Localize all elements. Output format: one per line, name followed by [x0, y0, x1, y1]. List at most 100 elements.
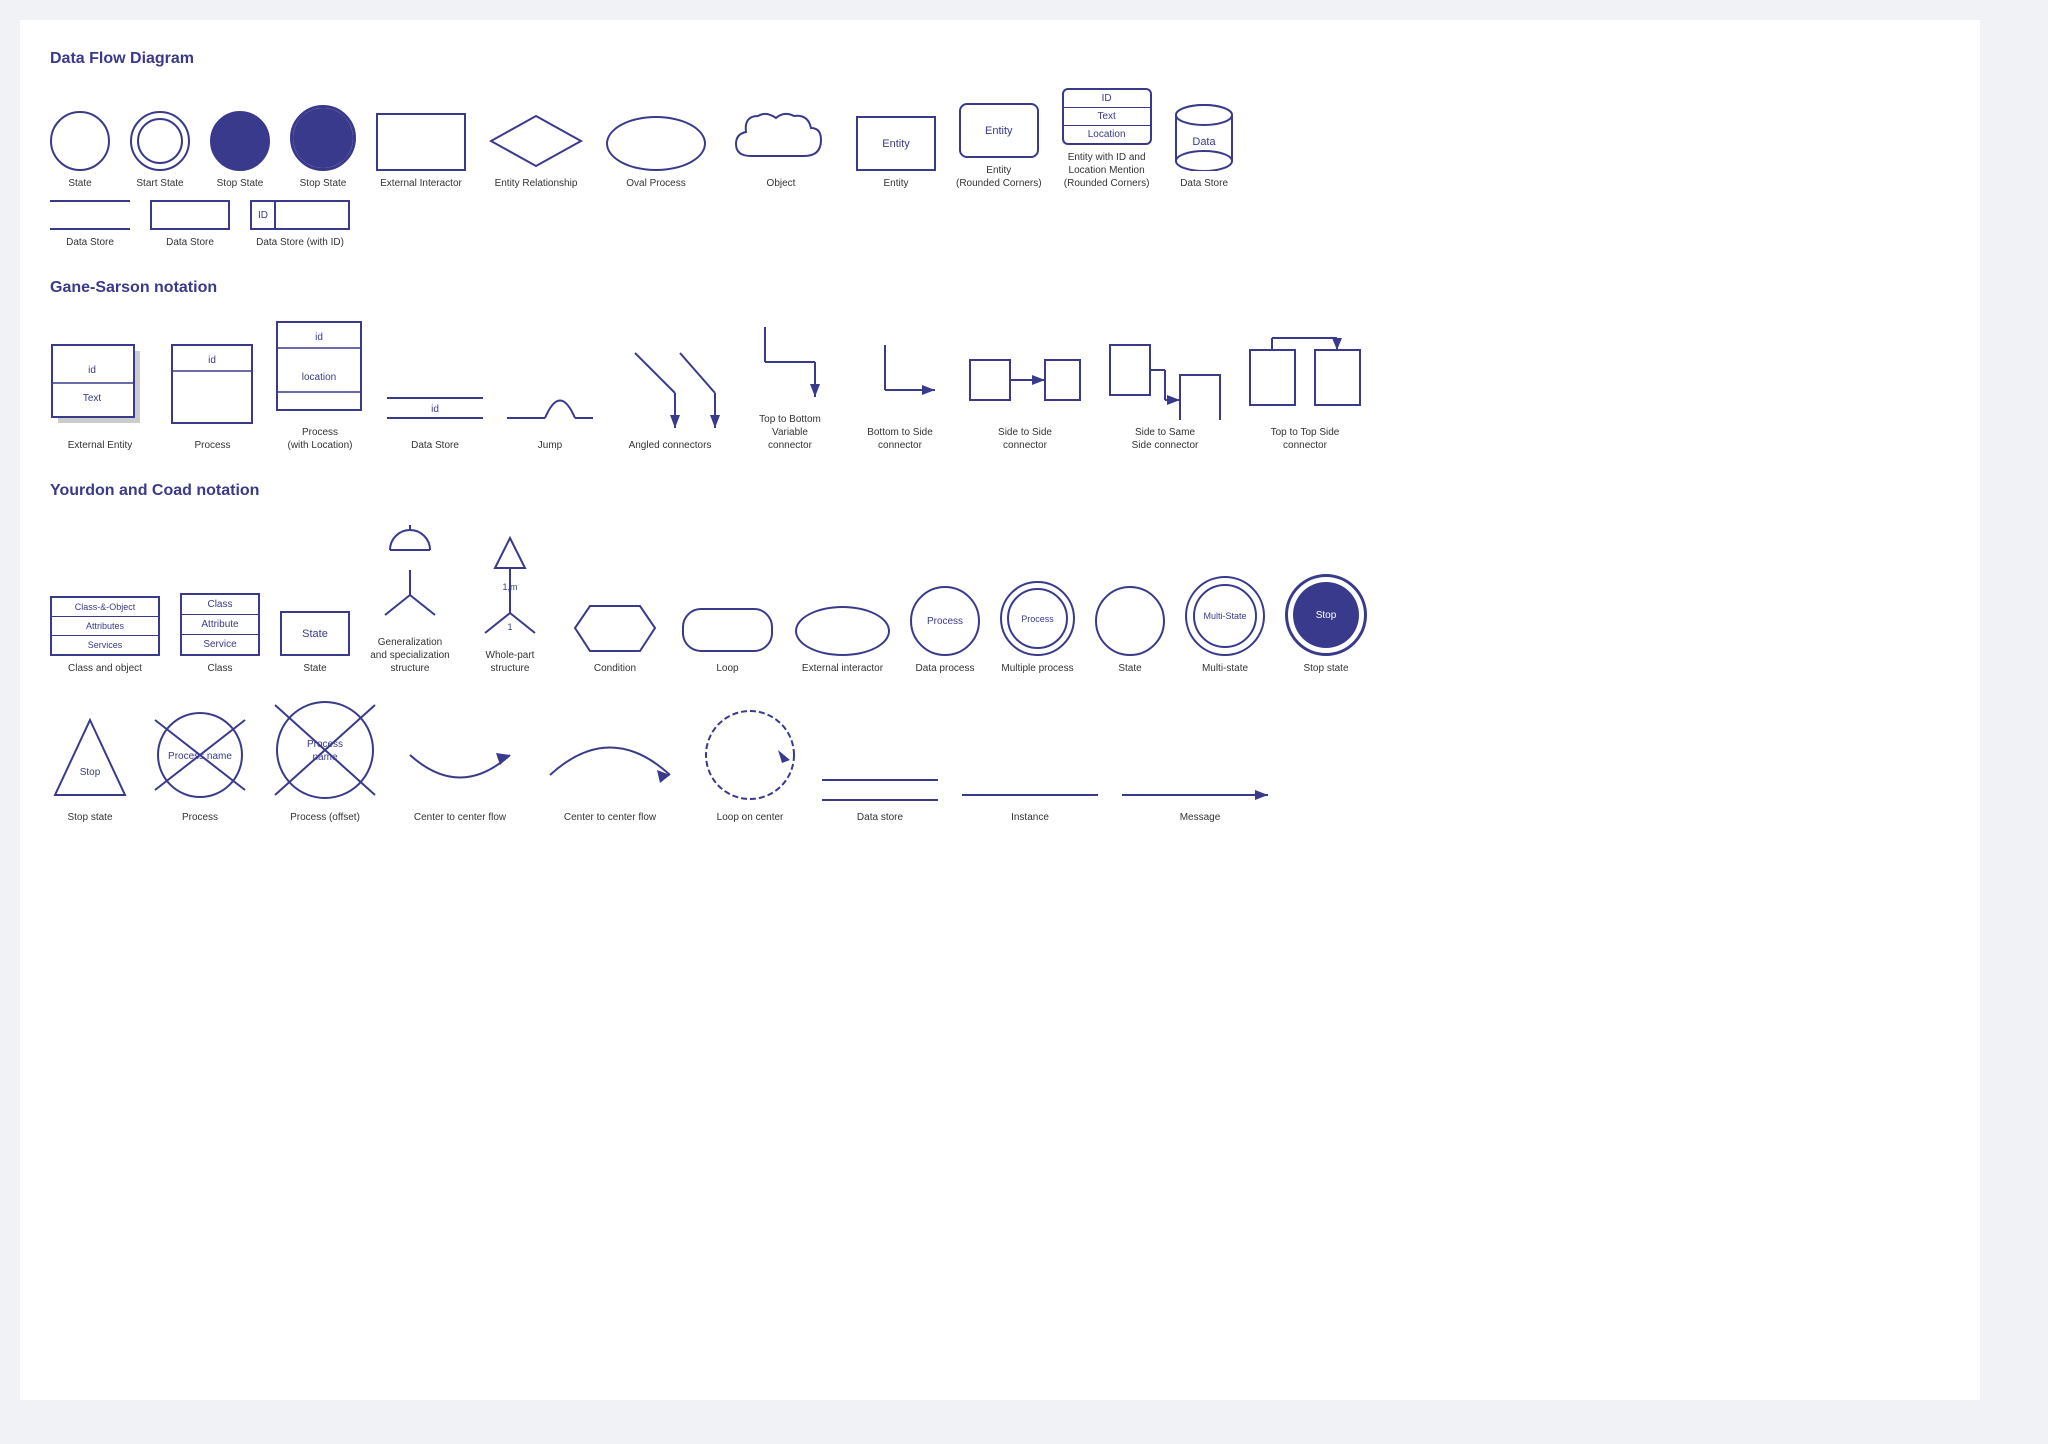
gs-tts-connector: [1245, 330, 1365, 420]
yc-class-row1: Class: [182, 595, 258, 615]
ds2-shape: [150, 200, 230, 230]
dfd-title: Data Flow Diagram: [50, 50, 1950, 68]
shape-entity: Entity Entity: [856, 116, 936, 190]
ds3-shape: ID: [250, 200, 350, 230]
gs-jump-label: Jump: [538, 439, 562, 452]
yc-ss-text: Stop: [1316, 610, 1337, 621]
start-state-circle: [130, 111, 190, 171]
entity-with-id-label: Entity with ID andLocation Mention(Round…: [1064, 151, 1150, 190]
external-interactor-label: External Interactor: [380, 177, 462, 190]
shape-gs-sts: Side to Sideconnector: [965, 340, 1085, 452]
gs-sts-connector: [965, 340, 1085, 420]
yc-datastore-lines: [820, 775, 940, 805]
svg-text:1: 1: [507, 622, 512, 632]
svg-text:Text: Text: [83, 393, 102, 404]
gs-angled-connectors: [615, 343, 725, 433]
yc-loop-center: [700, 705, 800, 805]
gs-proc-label: Process: [194, 439, 230, 452]
gs-ttb-label: Top to BottomVariableconnector: [759, 413, 821, 452]
yc-mp-inner: Process: [1007, 588, 1068, 649]
shape-yc-loop: Loop: [680, 606, 775, 675]
yc-stop-triangle: Stop: [50, 715, 130, 805]
yc-process-offset: Process name: [270, 695, 380, 805]
svg-text:location: location: [302, 372, 336, 383]
svg-text:id: id: [88, 365, 96, 376]
shape-yc-mp: Process Multiple process: [1000, 581, 1075, 675]
entity-text: Entity: [882, 138, 910, 150]
yc-ss-container: Stop: [1285, 574, 1367, 656]
shape-gs-proc-loc: id location Process(with Location): [275, 320, 365, 452]
state-circle: [50, 111, 110, 171]
yc-class-row2: Attribute: [182, 615, 258, 635]
dfd-shapes-row: State Start State Stop State Stop State: [50, 88, 1950, 190]
yc-inst-label: Instance: [1011, 811, 1049, 824]
svg-text:id: id: [315, 332, 323, 343]
gs-tts-label: Top to Top Sideconnector: [1271, 426, 1340, 452]
yc-ms-container: Multi-State: [1185, 576, 1265, 656]
gs-bts-connector: [855, 330, 945, 420]
shape-yc-proc-offset: Process name Process (offset): [270, 695, 380, 824]
shape-stop-state-2: Stop State: [290, 105, 356, 190]
yc-class-shape: Class Attribute Service: [180, 593, 260, 656]
yourdon-section: Yourdon and Coad notation Class-&-Object…: [50, 482, 1950, 824]
yc-mp-label: Multiple process: [1001, 662, 1073, 675]
yc-loop-shape: [680, 606, 775, 656]
ds2-label: Data Store: [166, 236, 214, 249]
svg-text:Process: Process: [307, 739, 343, 750]
shape-yc-inst: Instance: [960, 785, 1100, 824]
state-label: State: [68, 177, 91, 190]
shape-yc-co: Class-&-Object Attributes Services Class…: [50, 596, 160, 675]
ds1-label: Data Store: [66, 236, 114, 249]
page: Data Flow Diagram State Start State Stop…: [20, 20, 1980, 1400]
shape-yc-dp: Process Data process: [910, 586, 980, 675]
yc-co-row3: Services: [52, 636, 158, 654]
yc-ext-shape: [795, 606, 890, 656]
gs-ds-label: Data Store: [411, 439, 459, 452]
entity-text-row: Text: [1064, 108, 1150, 126]
shape-ds1: Data Store: [50, 200, 130, 249]
stop-state-ring-container: [290, 105, 356, 171]
stop-state-2-label: Stop State: [300, 177, 347, 190]
yc-ss-label: Stop state: [1303, 662, 1348, 675]
shape-yc-ms: Multi-State Multi-state: [1185, 576, 1265, 675]
yc-co-shape: Class-&-Object Attributes Services: [50, 596, 160, 656]
yc-loop-label: Loop: [716, 662, 738, 675]
gane-shapes-row: id Text External Entity id Process: [50, 317, 1950, 452]
shape-yc-state: State State: [280, 611, 350, 675]
yc-co-row1: Class-&-Object: [52, 598, 158, 617]
gane-section: Gane-Sarson notation id Text External En…: [50, 279, 1950, 452]
yc-state-text: State: [302, 628, 328, 640]
shape-yc-class: Class Attribute Service Class: [180, 593, 260, 675]
object-cloud: [726, 106, 836, 171]
external-interactor-rect: [376, 113, 466, 171]
shape-yc-ss: Stop Stop state: [1285, 574, 1367, 675]
yc-ms-label: Multi-state: [1202, 662, 1248, 675]
gs-bts-label: Bottom to Sideconnector: [867, 426, 933, 452]
gs-stss-label: Side to SameSide connector: [1132, 426, 1199, 452]
yc-ctc2-arc: [540, 715, 680, 805]
object-label: Object: [767, 177, 796, 190]
shape-gs-stss: Side to SameSide connector: [1105, 330, 1225, 452]
shape-yc-ctc1: Center to center flow: [400, 725, 520, 824]
shape-yc-st: State: [1095, 586, 1165, 675]
yc-mp-text: Process: [1021, 614, 1054, 624]
gs-jump-shape: [505, 373, 595, 433]
start-state-label: Start State: [136, 177, 183, 190]
yc-ctc2-label: Center to center flow: [564, 811, 656, 824]
yc-proc-offset-label: Process (offset): [290, 811, 360, 824]
shape-gs-bts: Bottom to Sideconnector: [855, 330, 945, 452]
svg-text:name: name: [312, 752, 337, 763]
yc-msg-label: Message: [1180, 811, 1221, 824]
yc-process-cross: Process name: [150, 705, 250, 805]
shape-ds2: Data Store: [150, 200, 230, 249]
yourdon-row1: Class-&-Object Attributes Services Class…: [50, 520, 1950, 675]
yc-instance-line: [960, 785, 1100, 805]
shape-entity-relationship: Entity Relationship: [486, 111, 586, 190]
ds1-shape: [50, 200, 130, 230]
data-store-cylinder: Data: [1172, 101, 1237, 171]
shape-yc-cond: Condition: [570, 601, 660, 675]
gs-angled-label: Angled connectors: [629, 439, 712, 452]
entity-rounded-box: Entity: [959, 103, 1039, 158]
stop-state-ring-outer: [290, 105, 356, 171]
yc-state-shape: State: [280, 611, 350, 656]
